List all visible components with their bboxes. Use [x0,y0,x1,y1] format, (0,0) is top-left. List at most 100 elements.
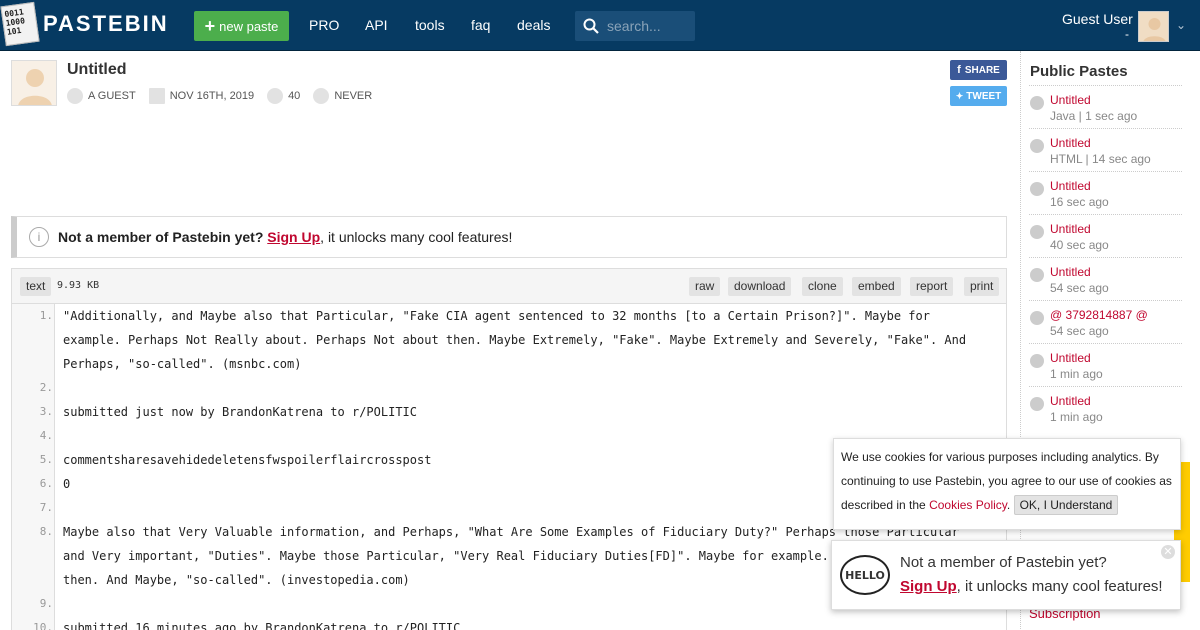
search-box [575,11,695,41]
cookie-accept-button[interactable]: OK, I Understand [1013,495,1119,515]
paste-name-link[interactable]: @ 3792814887 @ [1050,308,1148,322]
line-number: 8. [39,525,53,538]
code-toolbar: text 9.93 KB raw download clone embed re… [12,269,1006,304]
avatar[interactable] [1138,11,1169,42]
line-text: submitted 16 minutes ago by BrandonKatre… [63,621,461,630]
line-number: 5. [39,453,53,466]
paste-name-link[interactable]: Untitled [1050,351,1091,365]
pastebin-logo[interactable]: 0011 1000 101 PASTEBIN [0,1,169,47]
paste-meta-text: HTML | 14 sec ago [1050,152,1151,166]
globe-icon [1030,311,1044,325]
meta-expiry: NEVER [313,88,372,104]
format-tag[interactable]: text [20,277,52,296]
public-paste-item[interactable]: Untitled HTML | 14 sec ago [1029,128,1182,171]
logo-text: PASTEBIN [43,11,169,36]
report-button[interactable]: report [910,277,954,296]
paste-name-link[interactable]: Untitled [1050,136,1091,150]
paste-meta: A GUEST NOV 16TH, 2019 40 NEVER [67,88,385,104]
author-avatar [11,60,57,106]
download-button[interactable]: download [728,277,792,296]
paste-name-link[interactable]: Untitled [1050,93,1091,107]
popup-rest: , it unlocks many cool features! [956,578,1163,595]
new-paste-label: new paste [219,18,279,34]
facebook-icon: f [957,64,961,76]
guest-user-sub: - [1125,27,1129,41]
line-text: "Additionally, and Maybe also that Parti… [63,309,967,371]
paste-meta-text: 1 min ago [1050,367,1103,381]
logo-icon: 0011 1000 101 [0,1,40,47]
public-paste-item[interactable]: Untitled 1 min ago [1029,343,1182,386]
nav-tools[interactable]: tools [415,17,445,33]
paste-name-link[interactable]: Untitled [1050,265,1091,279]
nav-deals[interactable]: deals [517,17,550,33]
line-number: 9. [39,597,53,610]
info-icon: i [29,227,49,247]
signup-link[interactable]: Sign Up [267,229,320,245]
line-number: 10. [33,621,53,630]
paste-meta-text: 40 sec ago [1050,238,1109,252]
paste-name-link[interactable]: Untitled [1050,222,1091,236]
user-silhouette-icon [1143,18,1166,41]
line-number: 2. [39,381,53,394]
guest-user-label[interactable]: Guest User [1062,11,1133,27]
stopwatch-icon [313,88,330,104]
close-icon[interactable]: ✕ [1161,545,1175,559]
view-count: 40 [288,90,301,102]
paste-meta-text: 1 min ago [1050,410,1103,424]
paste-meta-text: 16 sec ago [1050,195,1109,209]
globe-icon [1030,139,1044,153]
popup-line1: Not a member of Pastebin yet? [900,554,1107,571]
globe-icon [1030,397,1044,411]
nav-faq[interactable]: faq [471,17,490,33]
line-number: 1. [39,309,53,322]
meta-author: A GUEST [67,88,136,104]
new-paste-button[interactable]: + new paste [194,11,289,41]
raw-button[interactable]: raw [689,277,721,296]
meta-date: NOV 16TH, 2019 [148,88,255,104]
embed-button[interactable]: embed [852,277,901,296]
cookie-banner: We use cookies for various purposes incl… [833,438,1181,530]
public-paste-item[interactable]: Untitled 16 sec ago [1029,171,1182,214]
notice-lead: Not a member of Pastebin yet? [58,229,264,245]
nav-pro[interactable]: PRO [309,17,339,33]
sidebar-title: Public Pastes [1030,63,1128,80]
clone-button[interactable]: clone [802,277,843,296]
cookies-policy-link[interactable]: Cookies Policy [929,498,1007,512]
public-paste-item[interactable]: Untitled 1 min ago [1029,386,1182,429]
meta-views: 40 [267,88,300,104]
tweet-button[interactable]: ✦ TWEET [950,86,1007,106]
globe-icon [1030,182,1044,196]
hello-bubble-icon: HELLO [840,555,890,595]
nav-api[interactable]: API [365,17,388,33]
globe-icon [1030,268,1044,282]
paste-meta-text: 54 sec ago [1050,281,1109,295]
paste-name-link[interactable]: Untitled [1050,394,1091,408]
globe-icon [1030,96,1044,110]
public-paste-item[interactable]: Untitled 40 sec ago [1029,214,1182,257]
search-input[interactable] [607,18,691,34]
popup-line2: Sign Up, it unlocks many cool features! [900,578,1163,595]
public-paste-item[interactable]: @ 3792814887 @ 54 sec ago [1029,300,1182,343]
plus-icon: + [204,15,216,36]
chevron-down-icon[interactable]: ⌄ [1176,18,1186,32]
user-icon [67,88,83,104]
facebook-share-button[interactable]: f SHARE [950,60,1007,80]
notice-rest: , it unlocks many cool features! [320,229,513,245]
line-number: 6. [39,477,53,490]
print-button[interactable]: print [964,277,1000,296]
paste-name-link[interactable]: Untitled [1050,179,1091,193]
paste-date: NOV 16TH, 2019 [169,90,255,102]
twitter-icon: ✦ [955,90,964,101]
globe-icon [1030,225,1044,239]
signup-notice: i Not a member of Pastebin yet? Sign Up,… [11,216,1007,258]
popup-signup-link[interactable]: Sign Up [900,578,957,595]
line-gutter [12,304,55,630]
calendar-icon [148,88,165,104]
paste-title: Untitled [67,61,127,78]
line-number: 3. [39,405,53,418]
search-icon[interactable] [583,18,599,34]
public-paste-item[interactable]: Untitled Java | 1 sec ago [1029,85,1182,128]
share-label: SHARE [964,64,1000,76]
tweet-label: TWEET [966,90,1002,102]
public-paste-item[interactable]: Untitled 54 sec ago [1029,257,1182,300]
